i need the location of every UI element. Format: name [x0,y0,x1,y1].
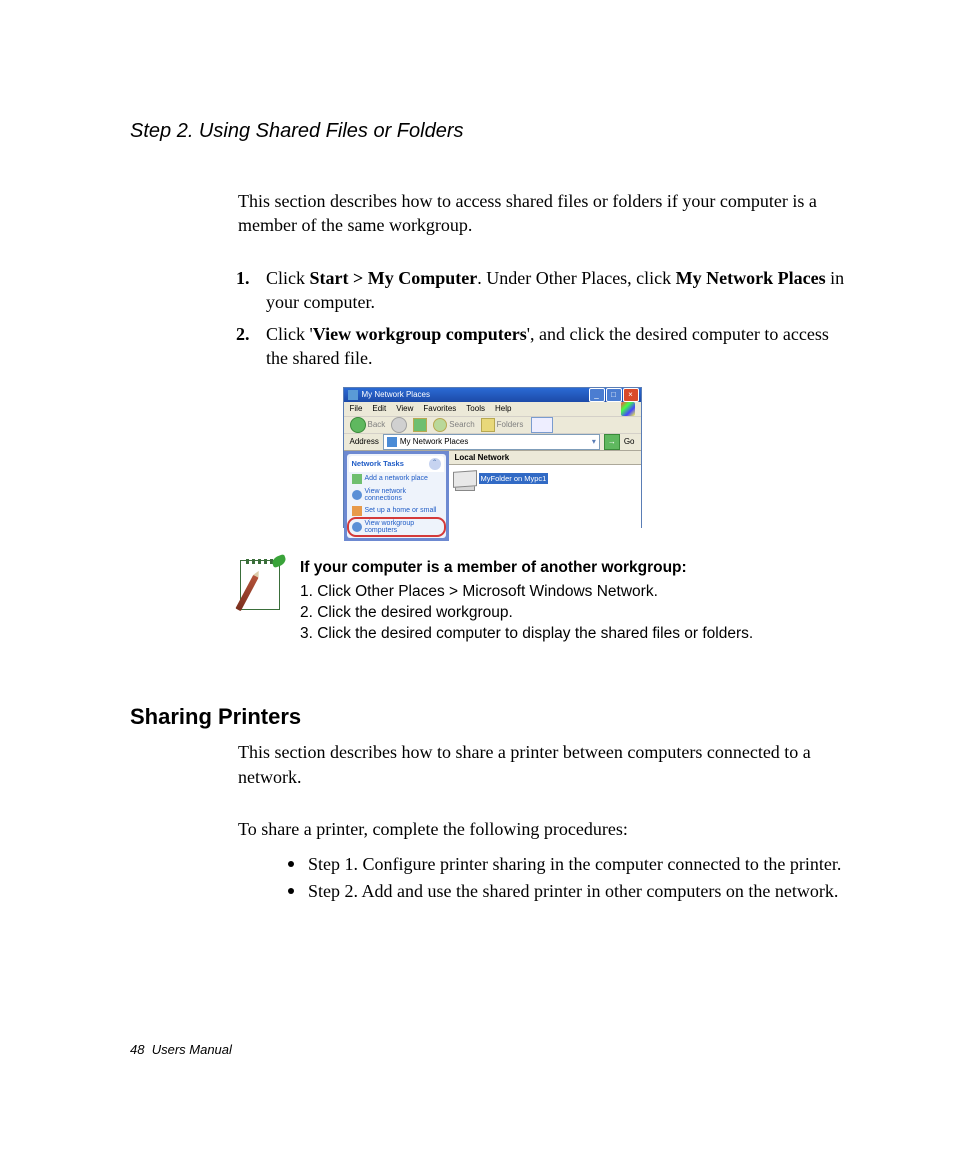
menu-view[interactable]: View [396,404,413,413]
window-titlebar: My Network Places _ □ × [344,388,641,402]
folders-button[interactable]: Folders [481,418,524,432]
task-view-workgroup[interactable]: View workgroup computers [349,518,444,536]
address-input[interactable]: My Network Places ▾ [383,434,600,450]
printer-step-1: Step 1. Configure printer sharing in the… [288,851,854,878]
step2-heading: Step 2. Using Shared Files or Folders [130,120,854,143]
minimize-button[interactable]: _ [589,388,605,402]
footer-label: Users Manual [152,1042,232,1057]
printers-intro: This section describes how to share a pr… [130,740,854,789]
note-line-2: 2. Click the desired workgroup. [300,603,753,624]
views-button[interactable] [531,417,553,433]
menu-edit[interactable]: Edit [372,404,386,413]
address-icon [387,437,397,447]
bold-text: My Network Places [676,268,826,288]
go-button[interactable]: → [604,434,620,450]
page-footer: 48 Users Manual [130,1042,232,1057]
toolbar: Back Search Folders [344,417,641,434]
menu-help[interactable]: Help [495,404,511,413]
text: Click [266,268,310,288]
text: Click ' [266,324,313,344]
windows-logo-icon [621,402,635,416]
back-button[interactable]: Back [350,417,386,433]
menu-file[interactable]: File [350,404,363,413]
instruction-2: 2. Click 'View workgroup computers', and… [238,322,854,371]
address-label: Address [350,437,379,446]
printer-steps-list: Step 1. Configure printer sharing in the… [130,851,854,905]
main-header: Local Network [449,451,641,465]
shared-folder-label: MyFolder on Mypc1 [479,473,549,484]
menu-bar: File Edit View Favorites Tools Help [344,402,641,417]
menu-tools[interactable]: Tools [466,404,485,413]
network-places-screenshot: My Network Places _ □ × File Edit View F… [343,387,642,528]
app-icon [348,390,358,400]
note-line-1: 1. Click Other Places > Microsoft Window… [300,582,753,603]
close-button[interactable]: × [623,388,639,402]
shared-folder-icon [453,469,475,489]
tasks-header[interactable]: Network Tasks ˆ [349,456,444,472]
instruction-list: 1. Click Start > My Computer. Under Othe… [130,266,854,371]
main-pane: Local Network MyFolder on Mypc1 [449,451,641,541]
search-button[interactable]: Search [433,418,474,432]
intro-paragraph: This section describes how to access sha… [130,189,854,238]
bold-text: View workgroup computers [313,324,527,344]
printer-step-2: Step 2. Add and use the shared printer i… [288,878,854,905]
go-label: Go [624,437,635,446]
page-number: 48 [130,1042,144,1057]
note-line-3: 3. Click the desired computer to display… [300,624,753,645]
up-button[interactable] [413,418,427,432]
address-bar: Address My Network Places ▾ → Go [344,434,641,451]
task-view-connections[interactable]: View network connections [349,486,444,504]
printers-lead: To share a printer, complete the followi… [130,817,854,841]
address-value: My Network Places [400,437,468,446]
window-title: My Network Places [362,390,430,399]
text: . Under Other Places, click [477,268,675,288]
maximize-button[interactable]: □ [606,388,622,402]
bold-text: Start > My Computer [310,268,478,288]
note-heading: If your computer is a member of another … [300,558,753,579]
task-setup-network[interactable]: Set up a home or small [349,504,444,518]
collapse-icon[interactable]: ˆ [429,458,441,470]
sharing-printers-heading: Sharing Printers [130,704,854,730]
menu-favorites[interactable]: Favorites [423,404,456,413]
task-add-place[interactable]: Add a network place [349,472,444,486]
note-text: If your computer is a member of another … [300,558,753,645]
forward-button[interactable] [391,417,407,433]
tasks-pane: Network Tasks ˆ Add a network place View… [344,451,449,541]
note-icon [238,558,282,612]
step-number: 1. [236,266,250,290]
step-number: 2. [236,322,250,346]
note-block: If your computer is a member of another … [238,558,854,645]
instruction-1: 1. Click Start > My Computer. Under Othe… [238,266,854,315]
shared-folder-item[interactable]: MyFolder on Mypc1 [453,469,549,489]
